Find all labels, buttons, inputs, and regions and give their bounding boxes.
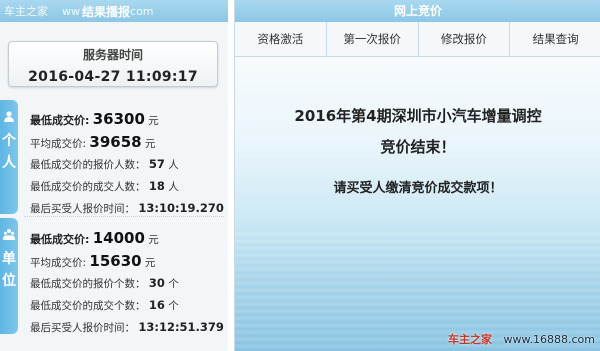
person-avg-price-label: 平均成交价: <box>30 138 87 150</box>
person-avg-price-unit: 元 <box>144 138 156 150</box>
bidding-tabs: 资格激活 第一次报价 修改报价 结果查询 <box>235 22 600 57</box>
server-time-box: 服务器时间 2016-04-27 11:09:17 <box>8 41 218 87</box>
unit-tab: 单 位 <box>0 218 18 334</box>
person-winners-value: 18 <box>148 179 165 193</box>
unit-last-time-value: 13:12:51.379 <box>138 320 224 334</box>
person-avg-price-row: 平均成交价: 39658 元 <box>30 131 224 153</box>
watermark-name: 车主之家 <box>448 333 493 346</box>
person-winners-row: 最低成交价的成交人数： 18 人 <box>30 175 224 197</box>
unit-lowest-price-unit: 元 <box>148 234 159 246</box>
announcement-panel: 2016年第4期深圳市小汽车增量调控 竞价结束！ 请买受人缴清竞价成交款项！ 车… <box>235 57 600 351</box>
unit-tab-label-1: 单 <box>2 251 16 267</box>
unit-lowest-price-value: 14000 <box>92 229 145 247</box>
unit-tab-label-2: 位 <box>2 273 16 289</box>
server-time-label: 服务器时间 <box>82 48 143 62</box>
header-brand: 车主之家 <box>4 5 48 18</box>
results-broadcast-header: 车主之家 ww 结果播报 com <box>0 0 228 22</box>
person-stats: 最低成交价: 36300 元 平均成交价: 39658 元 最低成交价的报价人数… <box>30 107 224 219</box>
person-bidders-row: 最低成交价的报价人数： 57 人 <box>30 153 224 175</box>
person-bidders-label: 最低成交价的报价人数： <box>30 159 146 171</box>
header-com: com <box>130 4 154 18</box>
tab-qualification-activation[interactable]: 资格激活 <box>235 22 327 56</box>
person-winners-unit: 人 <box>168 181 179 193</box>
section-divider <box>24 216 224 217</box>
person-icon <box>4 111 14 122</box>
results-broadcast-title: 结果播报 <box>82 4 131 19</box>
header-ww: ww <box>62 4 80 18</box>
unit-winners-label: 最低成交价的成交个数： <box>30 300 146 312</box>
person-last-time-value: 13:10:19.270 <box>138 201 224 215</box>
results-broadcast-panel: 车主之家 ww 结果播报 com 服务器时间 2016-04-27 11:09:… <box>0 0 228 351</box>
unit-bidders-label: 最低成交价的报价个数： <box>30 278 146 290</box>
person-tab: 个 人 <box>0 100 18 214</box>
person-lowest-price-row: 最低成交价: 36300 元 <box>30 107 224 131</box>
person-last-time-label: 最后买受人报价时间： <box>30 203 135 215</box>
watermark-url: www.16888.com <box>503 333 595 346</box>
unit-avg-price-label: 平均成交价: <box>30 257 87 269</box>
unit-avg-price-value: 15630 <box>89 252 142 270</box>
unit-lowest-price-label: 最低成交价: <box>30 233 90 246</box>
unit-winners-unit: 个 <box>168 300 179 312</box>
tab-result-query[interactable]: 结果查询 <box>510 22 600 56</box>
person-lowest-price-value: 36300 <box>92 110 145 128</box>
online-bidding-panel: 网上竞价 资格激活 第一次报价 修改报价 结果查询 2016年第4期深圳市小汽车… <box>234 0 600 351</box>
unit-bidders-row: 最低成交价的报价个数： 30 个 <box>30 272 224 294</box>
unit-avg-price-unit: 元 <box>144 257 156 269</box>
announcement-line-1: 2016年第4期深圳市小汽车增量调控 <box>294 107 542 125</box>
person-bidders-value: 57 <box>148 157 165 171</box>
unit-winners-value: 16 <box>148 298 165 312</box>
tab-modify-bid[interactable]: 修改报价 <box>419 22 511 56</box>
unit-last-time-label: 最后买受人报价时间： <box>30 322 135 334</box>
person-lowest-price-label: 最低成交价: <box>30 114 90 127</box>
unit-last-time-row: 最后买受人报价时间： 13:12:51.379 <box>30 316 224 338</box>
person-tab-label-2: 人 <box>2 155 16 171</box>
unit-lowest-price-row: 最低成交价: 14000 元 <box>30 226 224 250</box>
unit-bidders-unit: 个 <box>168 278 179 290</box>
unit-bidders-value: 30 <box>148 276 165 290</box>
unit-winners-row: 最低成交价的成交个数： 16 个 <box>30 294 224 316</box>
server-time-value: 2016-04-27 11:09:17 <box>28 69 198 85</box>
person-bidders-unit: 人 <box>168 159 179 171</box>
online-bidding-title: 网上竞价 <box>235 0 600 22</box>
organization-icon <box>3 229 15 240</box>
unit-avg-price-row: 平均成交价: 15630 元 <box>30 250 224 272</box>
tab-first-bid[interactable]: 第一次报价 <box>327 22 419 56</box>
announcement-line-3: 请买受人缴清竞价成交款项！ <box>333 181 503 196</box>
person-lowest-price-unit: 元 <box>148 115 159 127</box>
unit-stats: 最低成交价: 14000 元 平均成交价: 15630 元 最低成交价的报价个数… <box>30 226 224 338</box>
watermark: 车主之家 www.16888.com <box>448 331 595 347</box>
announcement-line-2: 竞价结束！ <box>380 138 456 156</box>
person-tab-label-1: 个 <box>2 133 16 149</box>
person-avg-price-value: 39658 <box>89 133 142 151</box>
person-winners-label: 最低成交价的成交人数： <box>30 181 146 193</box>
